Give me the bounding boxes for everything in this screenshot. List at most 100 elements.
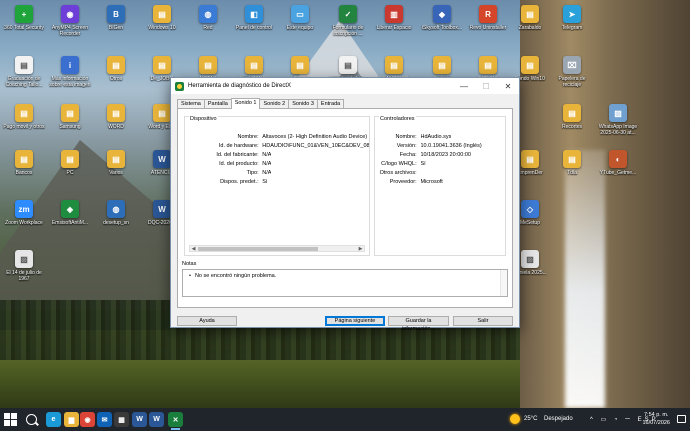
tab-sonido-1[interactable]: Sonido 1	[230, 98, 261, 109]
desktop-icon[interactable]: ▤ Graduación de Coaching Tallo...	[2, 56, 46, 88]
desktop-icon[interactable]: ▤ Tdla	[550, 150, 594, 176]
desktop-icon-glyph: ▤	[153, 5, 171, 23]
taskbar-word-2-icon[interactable]: W	[149, 412, 164, 427]
search-icon[interactable]	[26, 414, 37, 425]
desktop-icon[interactable]: ▨ WhatsApp Image 2025-06-30 at...	[596, 104, 640, 136]
desktop-icon-label: Bancos	[15, 170, 33, 176]
driver-provider-value: Microsoft	[420, 179, 443, 185]
taskbar-edge-icon[interactable]: e	[46, 412, 61, 427]
desktop-icon-label: WhatsApp Image 2025-06-30 at...	[598, 124, 638, 136]
minimize-button[interactable]: —	[453, 78, 475, 94]
desktop-icon-glyph: R	[479, 5, 497, 23]
window-title: Herramienta de diagnóstico de DirectX	[188, 83, 292, 89]
desktop-icon[interactable]: ◆ iSkysoft Toolbox...	[420, 5, 464, 31]
start-button[interactable]	[4, 413, 17, 426]
desktop-icon[interactable]: ▤ Samsung	[48, 104, 92, 130]
default-device-key: Dispos. predet.:	[220, 179, 259, 185]
device-horizontal-scrollbar[interactable]: ◀ ▶	[189, 245, 365, 252]
taskbar-store-icon[interactable]: ▦	[114, 412, 129, 427]
desktop-icon-label: WORD	[108, 124, 124, 130]
desktop-icon[interactable]: ▤ Recortes	[550, 104, 594, 130]
desktop-icon[interactable]: ▤ Bancos	[2, 150, 46, 176]
desktop-icon-label: Zarabaldo	[518, 25, 542, 31]
desktop-icon-glyph: ▤	[107, 56, 125, 74]
desktop-icon[interactable]: ▭ Este equipo	[278, 5, 322, 31]
device-name-key: Nombre:	[237, 134, 259, 140]
desktop-icon[interactable]: ◍ desetup_sn	[94, 200, 138, 226]
desktop-icon[interactable]: ▤ Windows 10	[140, 5, 184, 31]
desktop-icon-glyph: ▤	[107, 150, 125, 168]
taskbar-directx-icon[interactable]: ✕	[168, 412, 183, 430]
desktop-icon[interactable]: ◐ YTube_Getme...	[596, 150, 640, 176]
desktop-icon[interactable]: ▥ Liberar Espacio	[372, 5, 416, 31]
drivers-group-title: Controladores	[379, 116, 416, 122]
notes-label: Notas	[182, 261, 197, 267]
desktop-icon[interactable]: +360 Total Security	[2, 5, 46, 31]
scrollbar-thumb[interactable]	[198, 247, 318, 251]
driver-name-value: HdAudio.sys	[420, 134, 452, 140]
taskbar: e ▆ ◉ ✉ ▦ W W ✕ 25°C Despejado ^ ▭ ◔ 𝄖 ESP 7:54…	[0, 408, 690, 431]
desktop-icon[interactable]: R Revo Uninstaller	[466, 5, 510, 31]
taskbar-file-explorer-icon[interactable]: ▆	[64, 412, 79, 427]
sun-icon[interactable]	[510, 414, 520, 424]
product-id-value: N/A	[262, 161, 272, 167]
weather-temperature[interactable]: 25°C	[524, 416, 537, 422]
desktop-icon[interactable]: ◧ Panel de control	[232, 5, 276, 31]
desktop-icon[interactable]: ▤ Pago movil y otros	[2, 104, 46, 130]
notification-icon[interactable]	[677, 415, 686, 423]
clock[interactable]: 7:54 p. m. 16/07/2026	[642, 411, 670, 427]
close-button[interactable]: ✕	[497, 78, 519, 94]
desktop-icon-glyph: ▤	[153, 56, 171, 74]
desktop-icon-label: Más información sobre esta imagen	[49, 76, 91, 88]
help-button[interactable]: Ayuda	[177, 316, 237, 326]
desktop-icon[interactable]: ◍ Red	[186, 5, 230, 31]
desktop-icon[interactable]: ⌧ Papelera de reciclaje	[550, 56, 594, 88]
desktop-icon-label: iSkysoft Toolbox...	[421, 25, 463, 31]
desktop-icon[interactable]: ▨ El 14 de julio de 1967	[2, 250, 46, 282]
device-row-name: Nombre: Altavoces (2- High Definition Au…	[185, 133, 369, 141]
desktop-icon-label: Tdla	[567, 170, 577, 176]
exit-button[interactable]: Salir	[453, 316, 513, 326]
desktop-icon-label: Telegram	[561, 25, 583, 31]
notes-box[interactable]: No se encontró ningún problema.	[182, 269, 508, 297]
title-bar[interactable]: Herramienta de diagnóstico de DirectX — …	[171, 78, 519, 94]
desktop-icon[interactable]: i Más información sobre esta imagen	[48, 56, 92, 88]
desktop-icon[interactable]: ➤ Telegram	[550, 5, 594, 31]
taskbar-word-icon[interactable]: W	[132, 412, 147, 427]
driver-other-files-key: Otros archivos:	[379, 170, 417, 176]
driver-row-version: Versión: 10.0.19041.3636 (Inglés)	[375, 142, 505, 150]
taskbar-chrome-icon[interactable]: ◉	[80, 412, 95, 427]
next-page-button[interactable]: Página siguiente	[325, 316, 385, 326]
desktop-icon[interactable]: zm Zoom Workplace	[2, 200, 46, 226]
desktop-icon[interactable]: ✓ Formulario de inscripción ...	[326, 5, 370, 37]
desktop-icon-glyph: W	[153, 200, 171, 218]
device-row-hardware-id: Id. de hardware: HDAUDIO\FUNC_01&VEN_10E…	[185, 142, 369, 150]
desktop-icon[interactable]: ▤ Varios	[94, 150, 138, 176]
vendor-id-value: N/A	[262, 152, 272, 158]
desktop-icon[interactable]: ◈ EmsisoftAntiM...	[48, 200, 92, 226]
desktop-icon[interactable]: ▤ PC	[48, 150, 92, 176]
desktop-icon[interactable]: ▤ Zarabaldo	[508, 5, 552, 31]
desktop-icon-glyph: ▤	[385, 56, 403, 74]
desktop-icon[interactable]: ◉ AnyMP4 Screen Recorder	[48, 5, 92, 37]
save-all-information-button[interactable]: Guardar la información...	[388, 316, 449, 332]
desktop-icon-glyph: ▤	[15, 150, 33, 168]
device-name-value: Altavoces (2- High Definition Audio Devi…	[262, 134, 368, 140]
desktop-icon-label: Papelera de reciclaje	[558, 76, 586, 88]
desktop-icon-glyph: ▤	[245, 56, 263, 74]
desktop-icon[interactable]: ▤ Otros	[94, 56, 138, 82]
weather-condition[interactable]: Despejado	[544, 416, 573, 422]
driver-whql-value: Sí	[420, 161, 426, 167]
scroll-right-icon[interactable]: ▶	[357, 246, 364, 252]
notes-vertical-scrollbar[interactable]	[500, 270, 507, 296]
desktop-icon-glyph: ▥	[385, 5, 403, 23]
maximize-button[interactable]: ☐	[475, 78, 497, 94]
taskbar-mail-icon[interactable]: ✉	[97, 412, 112, 427]
desktop-icon-label: Liberar Espacio	[376, 25, 412, 31]
desktop-icon-label: Zoom Workplace	[5, 220, 43, 226]
scroll-left-icon[interactable]: ◀	[190, 246, 197, 252]
windows-logo-icon-pane	[11, 413, 17, 419]
desktop-icon[interactable]: ▤ WORD	[94, 104, 138, 130]
desktop-icon[interactable]: B BIGen	[94, 5, 138, 31]
desktop-icon-label: Varios	[109, 170, 123, 176]
